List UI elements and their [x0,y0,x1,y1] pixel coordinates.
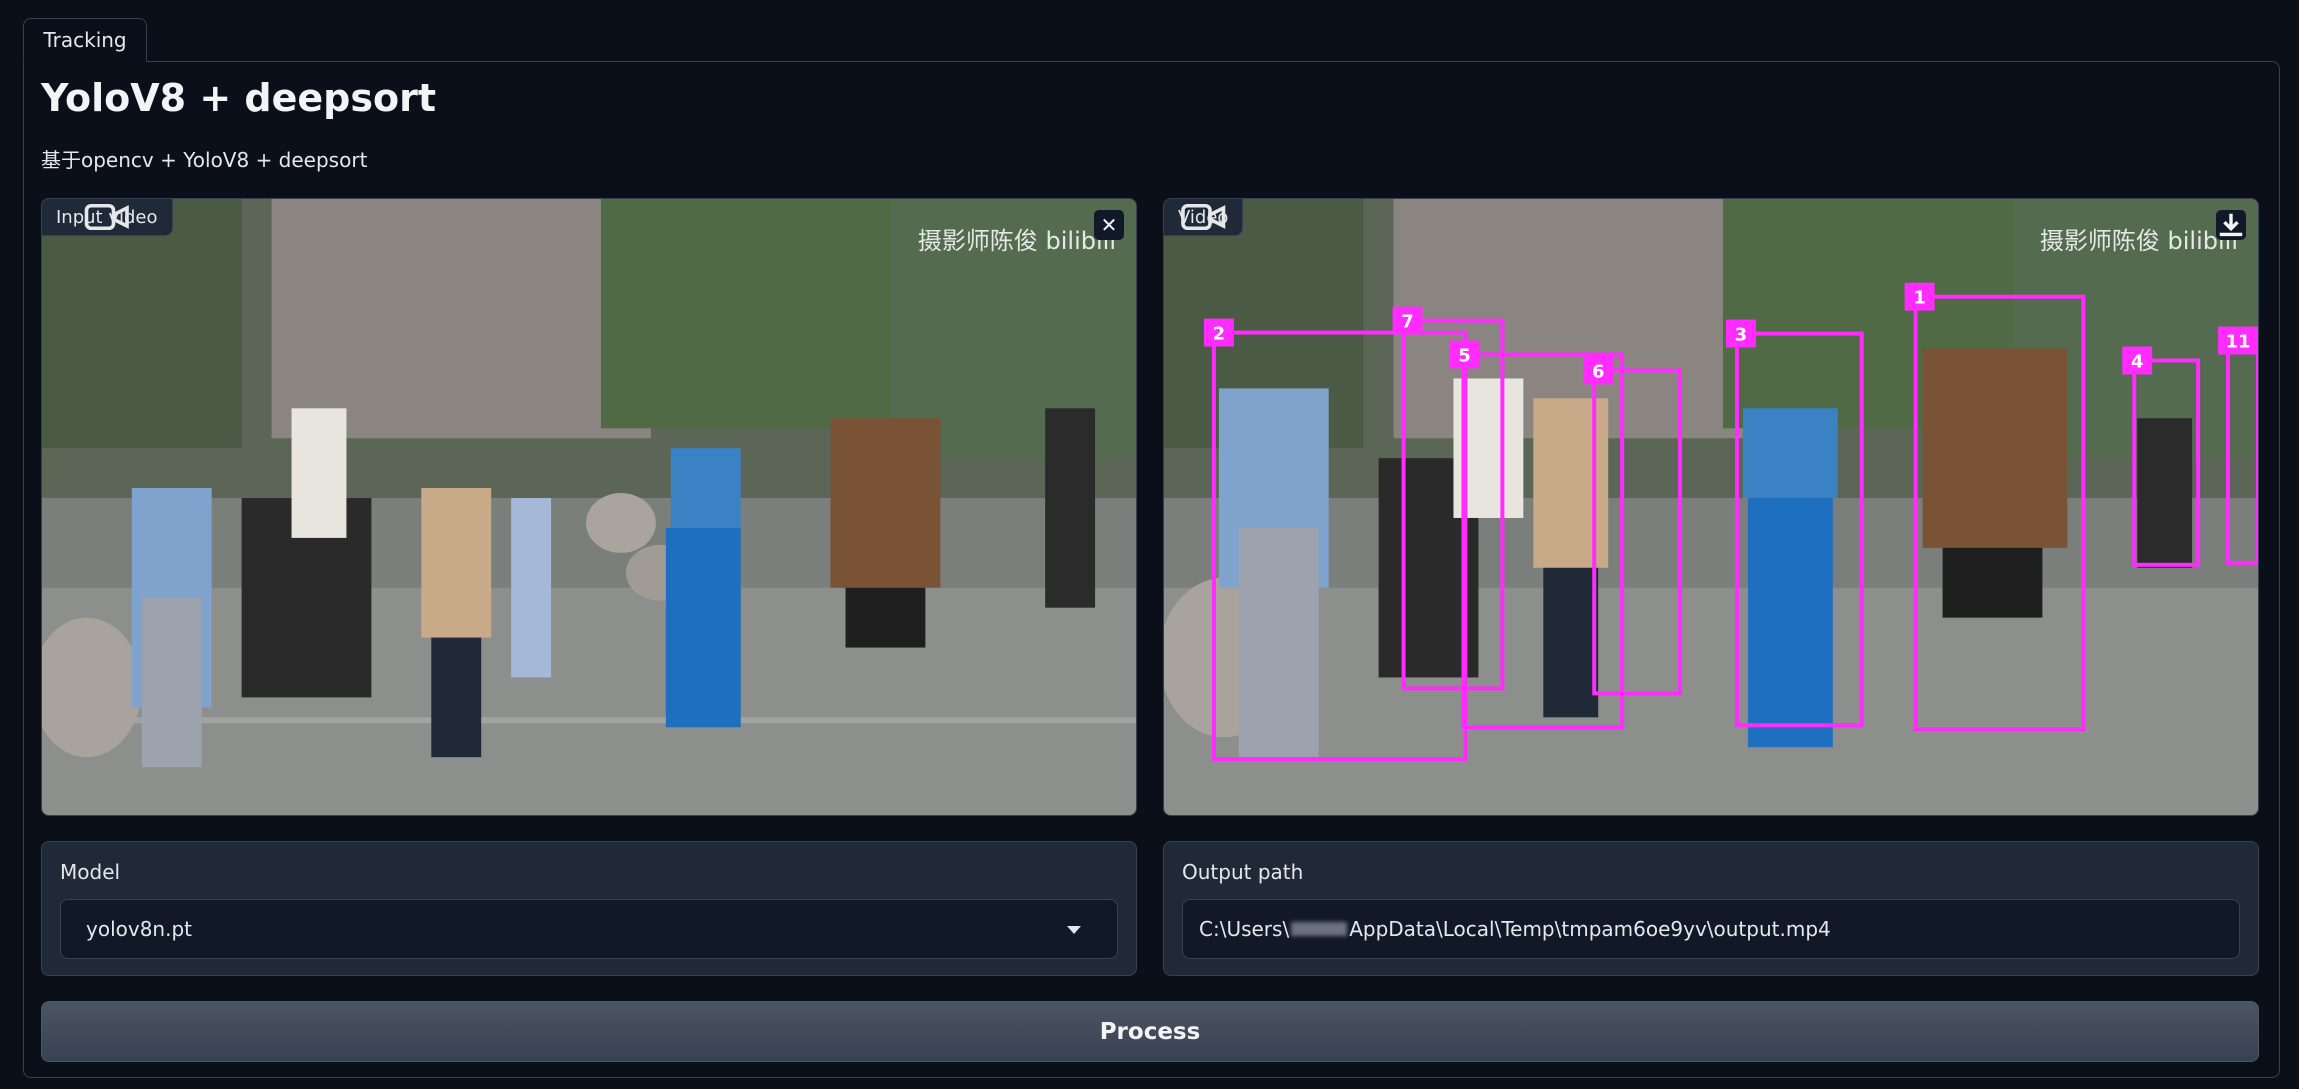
model-label: Model [60,860,121,884]
output-video-watermark: 摄影师陈俊 bilibili [2039,227,2238,255]
model-value: yolov8n.pt [86,917,192,941]
close-icon[interactable]: ✕ [1094,210,1124,240]
output-path-block: Output path C:\Users\ AppData\Local\Temp\… [1163,841,2259,976]
tab-tracking[interactable]: Tracking [23,18,147,62]
input-video-label: Input video [42,199,173,236]
output-video-player[interactable]: 2 7 5 6 3 1 4 11 Video 摄影师陈俊 bilibili [1163,198,2259,816]
output-path-label: Output path [1182,860,1304,884]
input-video-player[interactable]: Input video 摄影师陈俊 bilibili ✕ [41,198,1137,816]
track-id-label: 5 [1458,345,1470,366]
redacted-username [1291,922,1348,936]
input-video-watermark: 摄影师陈俊 bilibili [917,227,1116,255]
output-video-frame: 2 7 5 6 3 1 4 11 [1164,199,2258,815]
model-dropdown[interactable]: yolov8n.pt [60,899,1118,959]
output-path-prefix: C:\Users\ [1199,917,1290,941]
model-block: Model yolov8n.pt [41,841,1137,976]
track-id-label: 1 [1913,288,1925,309]
track-id-label: 2 [1213,324,1225,345]
track-id-label: 3 [1735,325,1747,346]
output-path-field[interactable]: C:\Users\ AppData\Local\Temp\tmpam6oe9yv\… [1182,899,2240,959]
download-icon[interactable] [2216,210,2246,240]
video-camera-icon [1181,203,1226,231]
track-id-label: 11 [2226,332,2251,353]
track-id-label: 4 [2131,351,2143,372]
track-id-label: 7 [1401,312,1413,333]
output-path-suffix: AppData\Local\Temp\tmpam6oe9yv\output.mp… [1349,917,1831,941]
chevron-down-icon [1067,926,1081,934]
download-arrow-icon [2219,213,2243,237]
output-video-label: Video [1164,199,1244,236]
video-camera-icon [84,203,129,231]
process-button[interactable]: Process [41,1001,2259,1062]
track-id-label: 6 [1592,361,1604,382]
page-title: YoloV8 + deepsort [41,76,436,120]
page-subtitle: 基于opencv + YoloV8 + deepsort [41,148,368,172]
input-video-frame [42,199,1136,815]
